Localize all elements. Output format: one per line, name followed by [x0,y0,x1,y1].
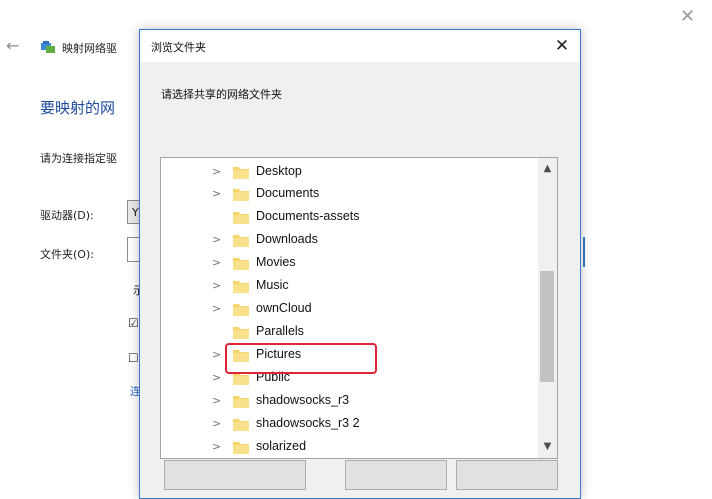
ok-button[interactable] [345,460,447,490]
highlight-annotation [225,343,377,374]
chevron-right-icon[interactable]: > [212,440,222,454]
chevron-right-icon[interactable]: > [212,348,222,362]
dialog-close-icon[interactable]: ✕ [550,35,574,57]
browse-folder-dialog: 浏览文件夹 ✕ 请选择共享的网络文件夹 > Desktop > Document… [139,29,581,499]
dialog-prompt: 请选择共享的网络文件夹 [161,88,282,101]
tree-item-documents-assets[interactable]: Documents-assets [161,206,539,228]
drive-label: 驱动器(D): [40,209,94,222]
tree-item-shadowsocks-r3-2[interactable]: > shadowsocks_r3 2 [161,413,539,435]
folder-label: 文件夹(O): [40,248,94,261]
folder-icon [233,327,249,339]
folder-icon [233,396,249,408]
chevron-right-icon[interactable]: > [212,417,222,431]
dialog-title: 浏览文件夹 [151,41,206,54]
tree-item-music[interactable]: > Music [161,275,539,297]
chevron-right-icon[interactable]: > [212,371,222,385]
wizard-heading: 要映射的网 [40,99,116,117]
new-folder-button[interactable] [164,460,306,490]
chevron-right-icon[interactable]: > [212,187,222,201]
back-arrow-icon[interactable]: ← [6,38,19,54]
tree-item-movies[interactable]: > Movies [161,252,539,274]
scroll-up-icon[interactable]: ▲ [538,162,557,176]
chevron-right-icon[interactable]: > [212,302,222,316]
folder-icon [233,281,249,293]
folder-tree: > Desktop > Documents Documents-assets >… [160,157,558,459]
chevron-right-icon[interactable]: > [212,394,222,408]
folder-icon [233,304,249,316]
chevron-right-icon[interactable]: > [212,256,222,270]
wizard-close-icon[interactable]: ✕ [680,8,695,26]
tree-item-solarized[interactable]: > solarized [161,436,539,458]
chevron-right-icon[interactable]: > [212,279,222,293]
tree-item-owncloud[interactable]: > ownCloud [161,298,539,320]
folder-icon [233,167,249,179]
reconnect-checkbox[interactable]: ☑ [128,316,139,330]
folder-icon [233,189,249,201]
wizard-title: 映射网络驱 [62,42,117,55]
wizard-description: 请为连接指定驱 [40,152,117,165]
tree-item-desktop[interactable]: > Desktop [161,161,539,183]
scroll-down-icon[interactable]: ▼ [538,440,557,454]
tree-item-shadowsocks-r3[interactable]: > shadowsocks_r3 [161,390,539,412]
folder-icon [233,235,249,247]
network-drive-icon [41,41,55,53]
chevron-right-icon[interactable]: > [212,233,222,247]
vertical-scrollbar[interactable]: ▲ ▼ [538,158,557,458]
tree-item-documents[interactable]: > Documents [161,183,539,205]
dialog-titlebar: 浏览文件夹 ✕ [140,30,580,62]
folder-icon [233,442,249,454]
tree-item-downloads[interactable]: > Downloads [161,229,539,251]
scroll-thumb[interactable] [540,271,554,382]
folder-icon [233,419,249,431]
folder-icon [233,212,249,224]
chevron-right-icon[interactable]: > [212,165,222,179]
cancel-button[interactable] [456,460,558,490]
credentials-checkbox[interactable]: ☐ [128,351,139,365]
tree-item-parallels[interactable]: Parallels [161,321,539,343]
folder-icon [233,258,249,270]
